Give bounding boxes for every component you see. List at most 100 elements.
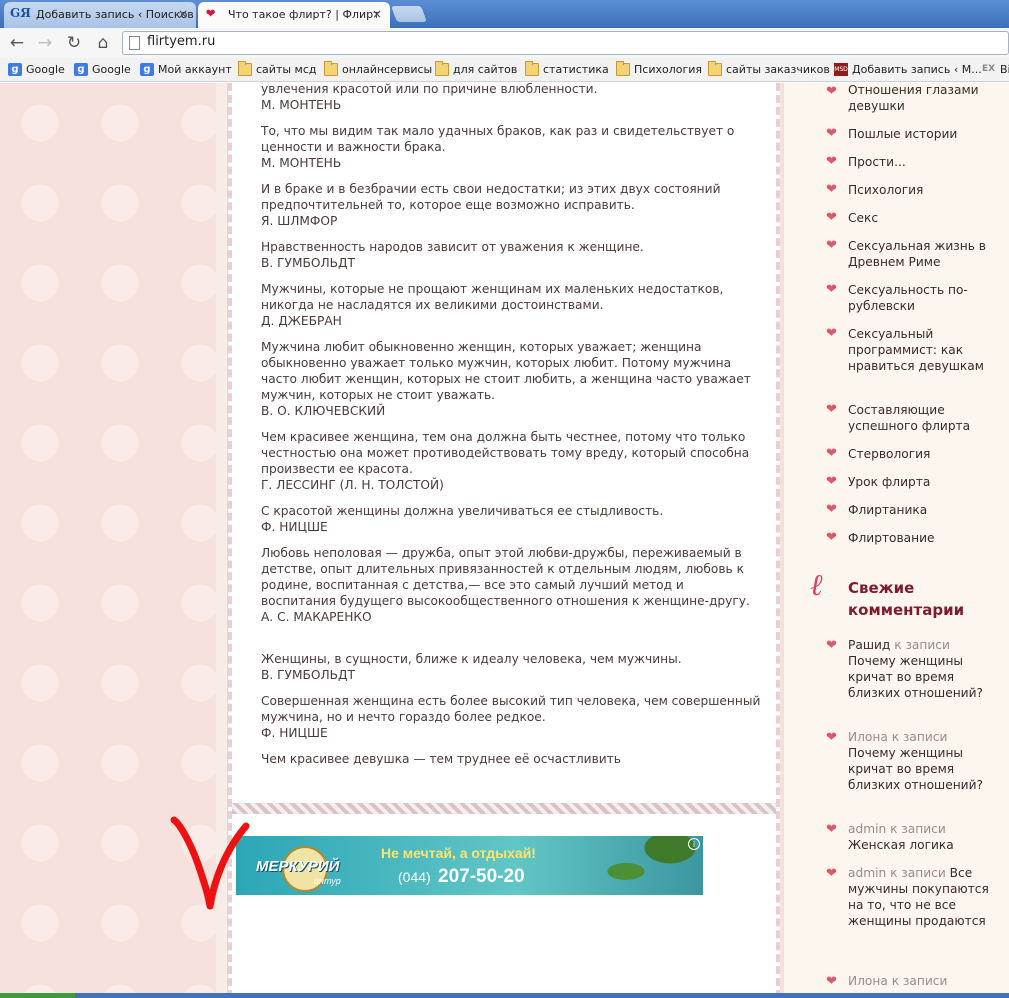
bookmark-folder-clients[interactable]: сайты заказчиков bbox=[708, 61, 830, 78]
bookmark-folder-msd[interactable]: сайты мсд bbox=[238, 61, 317, 78]
home-icon[interactable]: ⌂ bbox=[92, 32, 114, 54]
bookmark-label: Google bbox=[92, 63, 131, 76]
bookmark-ex[interactable]: EX Ві bbox=[982, 62, 1009, 78]
sidebar-category[interactable]: Отношения глазами девушки bbox=[848, 82, 998, 114]
sidebar-category[interactable]: Сексуальный программист: как нравиться д… bbox=[848, 326, 998, 374]
heart-icon: ❤ bbox=[826, 974, 837, 989]
recent-comment: Рашид к записи Почему женщины кричат во … bbox=[848, 637, 998, 701]
ad-slogan: Не мечтай, а отдыхай! bbox=[381, 845, 536, 861]
bookmark-label: сайты заказчиков bbox=[726, 63, 830, 76]
ex-icon: EX bbox=[982, 64, 996, 74]
tab-title: Добавить запись ‹ Поисков bbox=[36, 8, 194, 21]
mercury-logo: МЕРКУРИЙ интур bbox=[256, 844, 356, 892]
tab-add-post[interactable]: GЯ Добавить запись ‹ Поисков × bbox=[4, 2, 196, 28]
recent-comment: admin к записи Все мужчины покупаются на… bbox=[848, 865, 998, 929]
bookmark-label: Психология bbox=[634, 63, 703, 76]
heart-outline-icon: ℓ bbox=[810, 568, 823, 603]
quote-text: Нравственность народов зависит от уважен… bbox=[261, 240, 644, 254]
heart-icon: ❤ bbox=[826, 446, 837, 461]
sidebar-category[interactable]: Пошлые истории bbox=[848, 126, 998, 142]
heart-icon: ❤ bbox=[826, 822, 837, 837]
ad-banner[interactable]: МЕРКУРИЙ интур Не мечтай, а отдыхай! (04… bbox=[236, 836, 703, 895]
sidebar-category[interactable]: Прости... bbox=[848, 154, 998, 170]
page-icon bbox=[129, 36, 140, 50]
comment-post-link[interactable]: Женская логика bbox=[848, 837, 998, 853]
comment-connector: к записи bbox=[890, 866, 946, 880]
close-icon[interactable]: × bbox=[178, 7, 188, 21]
folder-icon bbox=[525, 61, 539, 76]
reload-icon[interactable]: ↻ bbox=[63, 32, 85, 54]
sidebar-category[interactable]: Психология bbox=[848, 182, 998, 198]
comment-author: Илона bbox=[848, 730, 888, 744]
bookmark-folder-sites[interactable]: для сайтов bbox=[435, 61, 518, 78]
quote-author: В. О. КЛЮЧЕВСКИЙ bbox=[261, 404, 386, 418]
folder-icon bbox=[616, 61, 630, 76]
heart-icon: ❤ bbox=[826, 730, 837, 745]
start-button[interactable] bbox=[0, 993, 75, 998]
address-bar[interactable] bbox=[122, 31, 1009, 55]
bookmark-label: Мой аккаунт bbox=[158, 63, 232, 76]
bookmark-add-post[interactable]: MSD Добавить запись ‹ М... bbox=[834, 62, 982, 78]
comment-connector: к записи bbox=[890, 822, 946, 836]
forward-arrow-icon[interactable]: → bbox=[34, 32, 56, 54]
folder-icon bbox=[324, 61, 338, 76]
bookmark-label: для сайтов bbox=[453, 63, 518, 76]
quote-text: Мужчина любит обыкновенно женщин, которы… bbox=[261, 340, 751, 402]
quote-text: увлечения красотой или по причине влюбле… bbox=[261, 83, 598, 96]
sidebar-category[interactable]: Флиртаника bbox=[848, 502, 998, 518]
palm-tree-image bbox=[593, 836, 703, 895]
quote-text: Совершенная женщина есть более высокий т… bbox=[261, 694, 761, 724]
heart-icon: ❤ bbox=[826, 530, 837, 545]
comment-author[interactable]: Рашид bbox=[848, 638, 890, 652]
sidebar-category[interactable]: Флиртование bbox=[848, 530, 998, 546]
bookmark-folder-online[interactable]: онлайнсервисы bbox=[324, 61, 433, 78]
comment-post-link[interactable]: Почему женщины кричат во время близких о… bbox=[848, 653, 998, 701]
sidebar-category[interactable]: Урок флирта bbox=[848, 474, 998, 490]
ad-info-icon[interactable]: i bbox=[688, 838, 700, 850]
bookmark-label: онлайнсервисы bbox=[342, 63, 433, 76]
sidebar-category[interactable]: Секс bbox=[848, 210, 998, 226]
quote: увлечения красотой или по причине влюбле… bbox=[261, 83, 761, 113]
new-tab-button[interactable] bbox=[391, 6, 427, 22]
folder-icon bbox=[238, 61, 252, 76]
bookmark-folder-psychology[interactable]: Психология bbox=[616, 61, 703, 78]
comment-author: admin bbox=[848, 822, 887, 836]
google-icon: g bbox=[74, 63, 88, 76]
google-icon: g bbox=[8, 63, 22, 76]
back-arrow-icon[interactable]: ← bbox=[6, 32, 28, 54]
quote-author: Г. ЛЕССИНГ (Л. Н. ТОЛСТОЙ) bbox=[261, 478, 444, 492]
heart-icon: ❤ bbox=[826, 402, 837, 417]
tab-flirt-active[interactable]: ❤ Что такое флирт? | Флирт × bbox=[198, 2, 390, 28]
recent-comment: admin к записи Женская логика bbox=[848, 821, 998, 853]
section-divider bbox=[232, 803, 776, 814]
sidebar-category[interactable]: Сексуальная жизнь в Древнем Риме bbox=[848, 238, 998, 270]
comment-post-link[interactable]: Почему женщины кричат во время близких о… bbox=[848, 745, 998, 793]
bookmark-google[interactable]: g Google bbox=[8, 62, 65, 78]
quote: Нравственность народов зависит от уважен… bbox=[261, 239, 761, 271]
sidebar-category[interactable]: Составляющие успешного флирта bbox=[848, 402, 998, 434]
bookmark-folder-stats[interactable]: статистика bbox=[525, 61, 609, 78]
quote: Совершенная женщина есть более высокий т… bbox=[261, 693, 761, 741]
url-input[interactable] bbox=[147, 34, 647, 49]
red-checkmark-annotation bbox=[170, 816, 250, 910]
quote-text: С красотой женщины должна увеличиваться … bbox=[261, 504, 664, 518]
quote-author: А. С. МАКАРЕНКО bbox=[261, 610, 372, 624]
sidebar-category[interactable]: Стервология bbox=[848, 446, 998, 462]
site-favicon-icon: GЯ bbox=[10, 6, 31, 20]
bookmark-label: сайты мсд bbox=[256, 63, 317, 76]
ad-brand: МЕРКУРИЙ bbox=[256, 858, 340, 875]
comment-author: Илона bbox=[848, 974, 888, 988]
bookmark-label: статистика bbox=[543, 63, 609, 76]
quote: Любовь неполовая — дружба, опыт этой люб… bbox=[261, 545, 761, 625]
ad-phone-code: (044) bbox=[398, 869, 431, 885]
bookmark-google-2[interactable]: g Google bbox=[74, 62, 131, 78]
quote-author: М. МОНТЕНЬ bbox=[261, 98, 342, 112]
close-icon[interactable]: × bbox=[372, 7, 382, 21]
bookmark-my-account[interactable]: g Мой аккаунт bbox=[140, 62, 232, 78]
quote: С красотой женщины должна увеличиваться … bbox=[261, 503, 761, 535]
folder-icon bbox=[708, 61, 722, 76]
bookmark-label: Добавить запись ‹ М... bbox=[852, 63, 982, 76]
msd-icon: MSD bbox=[834, 63, 848, 76]
quote: Мужчины, которые не прощают женщинам их … bbox=[261, 281, 761, 329]
sidebar-category[interactable]: Сексуальность по-рублевски bbox=[848, 282, 998, 314]
